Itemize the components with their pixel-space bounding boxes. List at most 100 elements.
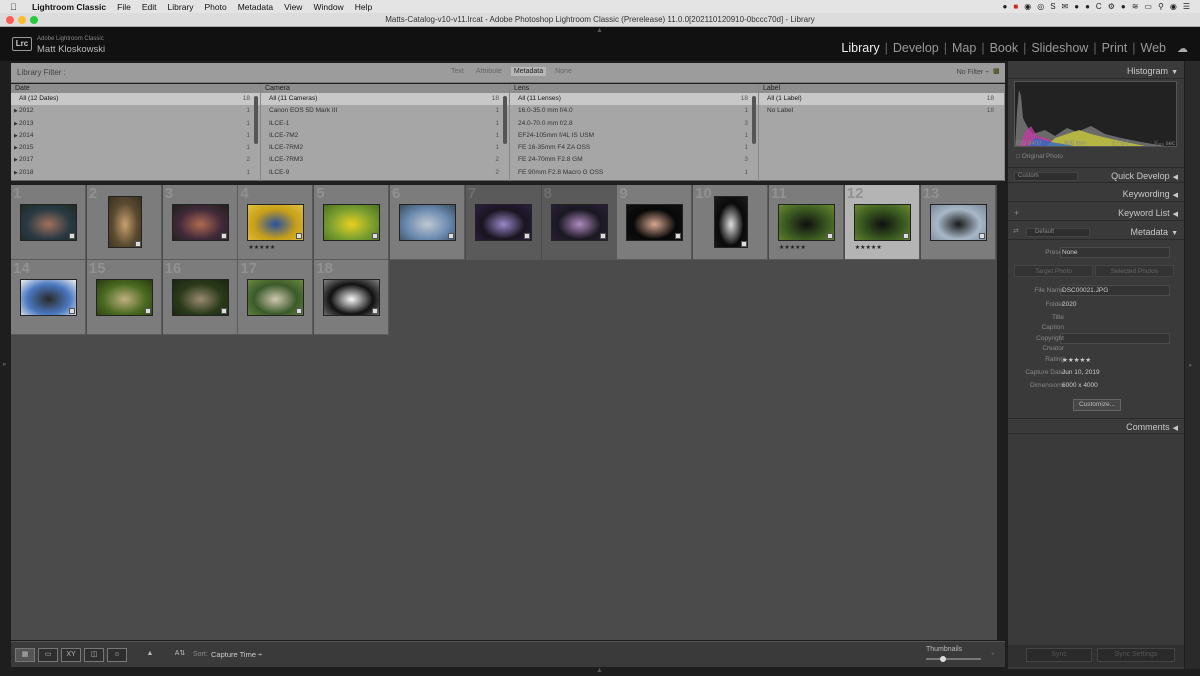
edit-badge-icon[interactable] [741, 241, 748, 247]
filter-row[interactable]: All (1 Label) 18 [759, 93, 1004, 106]
panel-toggle-icon[interactable]: ▸ [1189, 361, 1193, 369]
add-keyword-icon[interactable]: + [1014, 205, 1019, 221]
status-icon[interactable]: ◉ [1170, 2, 1177, 11]
apple-icon[interactable]:  [10, 2, 22, 12]
edit-badge-icon[interactable] [134, 241, 141, 247]
filter-row[interactable]: No Label 18 [759, 105, 1004, 117]
edit-badge-icon[interactable] [902, 233, 909, 239]
filter-row[interactable]: ▶ 2014 1 [11, 130, 260, 142]
search-icon[interactable]: ⚲ [1158, 2, 1164, 11]
bottom-panel-toggle-icon[interactable]: ▲ [596, 667, 603, 674]
grid-cell[interactable]: 8 [541, 185, 617, 260]
column-scrollbar[interactable] [254, 96, 258, 144]
module-print[interactable]: Print [1097, 41, 1133, 55]
filter-row[interactable]: ILCE-7M2 1 [261, 130, 509, 142]
edit-badge-icon[interactable] [523, 233, 530, 239]
filter-row[interactable]: ILCE-1 1 [261, 118, 509, 130]
status-icon[interactable]: ● [1121, 2, 1126, 11]
menu-file[interactable]: File [117, 2, 131, 12]
original-photo-checkbox[interactable]: □ Original Photo [1016, 153, 1063, 160]
grid-cell[interactable]: 16 [162, 260, 238, 335]
edit-badge-icon[interactable] [599, 233, 606, 239]
expand-triangle-icon[interactable]: ▶ [14, 142, 18, 154]
filter-row[interactable]: ▶ 2012 1 [11, 105, 260, 117]
top-panel-toggle-icon[interactable]: ▲ [596, 27, 603, 34]
lock-icon[interactable]: ▩ [993, 67, 1001, 76]
filter-row[interactable]: ▶ 2018 1 [11, 167, 260, 179]
module-map[interactable]: Map [947, 41, 981, 55]
expand-triangle-icon[interactable]: ▶ [14, 105, 18, 117]
filter-tab-metadata[interactable]: Metadata [510, 67, 547, 76]
grid-cell[interactable]: 3 [162, 185, 238, 260]
edit-badge-icon[interactable] [144, 308, 151, 314]
menu-view[interactable]: View [284, 2, 302, 12]
filter-tab-none[interactable]: None [552, 67, 575, 76]
left-panel-toggle-icon[interactable]: ▸ [3, 360, 7, 368]
quick-develop-preset-select[interactable]: Custom [1014, 172, 1078, 181]
edit-badge-icon[interactable] [296, 308, 303, 314]
metadata-field-value[interactable]: 6000 x 4000 [1062, 382, 1098, 389]
keyword-list-header[interactable]: + Keyword List ◀ [1008, 205, 1184, 221]
menu-help[interactable]: Help [355, 2, 372, 12]
close-window-button[interactable] [6, 16, 14, 24]
module-library[interactable]: Library [836, 41, 884, 55]
star-rating[interactable]: ★★★★★ [855, 244, 882, 251]
grid-cell[interactable]: 11 ★★★★★ [769, 185, 844, 260]
module-develop[interactable]: Develop [888, 41, 944, 55]
filter-row[interactable]: ▶ 2013 1 [11, 118, 260, 130]
filter-row[interactable]: 16.0-35.0 mm f/4.0 1 [510, 105, 758, 117]
edit-badge-icon[interactable] [372, 233, 379, 239]
column-scrollbar[interactable] [503, 96, 507, 144]
menu-app-name[interactable]: Lightroom Classic [32, 2, 106, 12]
metadata-header[interactable]: ⇄ Default Metadata ▼ [1008, 224, 1184, 240]
edit-badge-icon[interactable] [675, 233, 682, 239]
metadata-field-value[interactable]: 2020 [1062, 301, 1076, 308]
grid-cell[interactable]: 4 ★★★★★ [238, 185, 314, 260]
filter-row[interactable]: FE 16-35mm F4 ZA OSS 1 [510, 142, 758, 154]
filter-preset-select[interactable]: No Filter ÷ [957, 69, 989, 76]
sort-direction-icon[interactable]: A⇅ [171, 648, 189, 662]
star-rating[interactable]: ★★★★★ [248, 244, 275, 251]
menu-library[interactable]: Library [168, 2, 194, 12]
grid-cell[interactable]: 14 [11, 260, 86, 335]
wifi-icon[interactable]: ≋ [1132, 2, 1139, 11]
edit-badge-icon[interactable] [448, 233, 454, 239]
menu-window[interactable]: Window [313, 2, 343, 12]
grid-cell[interactable]: 9 [617, 185, 693, 260]
keywording-header[interactable]: Keywording ◀ [1008, 186, 1184, 202]
screen-icon[interactable]: ▭ [1144, 2, 1152, 11]
thumbnail-size-knob[interactable] [940, 656, 946, 662]
comments-header[interactable]: Comments ◀ [1008, 418, 1184, 434]
filter-row[interactable]: All (11 Lenses) 18 [510, 93, 758, 106]
status-icon[interactable]: ● [1003, 2, 1008, 11]
column-scrollbar[interactable] [752, 96, 756, 144]
zoom-window-button[interactable] [30, 16, 38, 24]
minimize-window-button[interactable] [18, 16, 26, 24]
menu-edit[interactable]: Edit [142, 2, 157, 12]
status-icon[interactable]: ■ [1013, 2, 1018, 11]
edit-badge-icon[interactable] [69, 233, 75, 239]
status-icon[interactable]: S [1050, 2, 1055, 11]
filter-row[interactable]: FE 24-70mm F2.8 GM 3 [510, 154, 758, 166]
module-slideshow[interactable]: Slideshow [1026, 41, 1093, 55]
filter-row[interactable]: ▶ 2015 1 [11, 142, 260, 154]
status-icon[interactable]: ◎ [1037, 2, 1044, 11]
menu-photo[interactable]: Photo [205, 2, 227, 12]
filter-row[interactable]: ILCE-7RM2 1 [261, 142, 509, 154]
edit-badge-icon[interactable] [220, 233, 227, 239]
status-icon[interactable]: ● [1085, 2, 1090, 11]
metadata-field-value[interactable]: Jun 10, 2019 [1062, 369, 1100, 376]
module-web[interactable]: Web [1136, 41, 1171, 55]
status-icon[interactable]: C [1096, 2, 1102, 11]
filter-column-header[interactable]: Date [11, 84, 260, 93]
loupe-view-button[interactable]: ▭ [38, 648, 58, 662]
module-book[interactable]: Book [985, 41, 1024, 55]
edit-badge-icon[interactable] [372, 308, 379, 314]
people-view-button[interactable]: ☺ [107, 648, 127, 662]
filter-row[interactable]: Canon EOS 5D Mark III 1 [261, 105, 509, 117]
quick-develop-header[interactable]: Custom Quick Develop ◀ [1008, 167, 1184, 183]
filter-row[interactable]: 24.0-70.0 mm f/2.8 3 [510, 118, 758, 130]
thumbnail-size-slider[interactable] [926, 658, 981, 660]
grid-cell[interactable]: 6 [390, 185, 465, 260]
status-icon[interactable]: ◉ [1024, 2, 1031, 11]
